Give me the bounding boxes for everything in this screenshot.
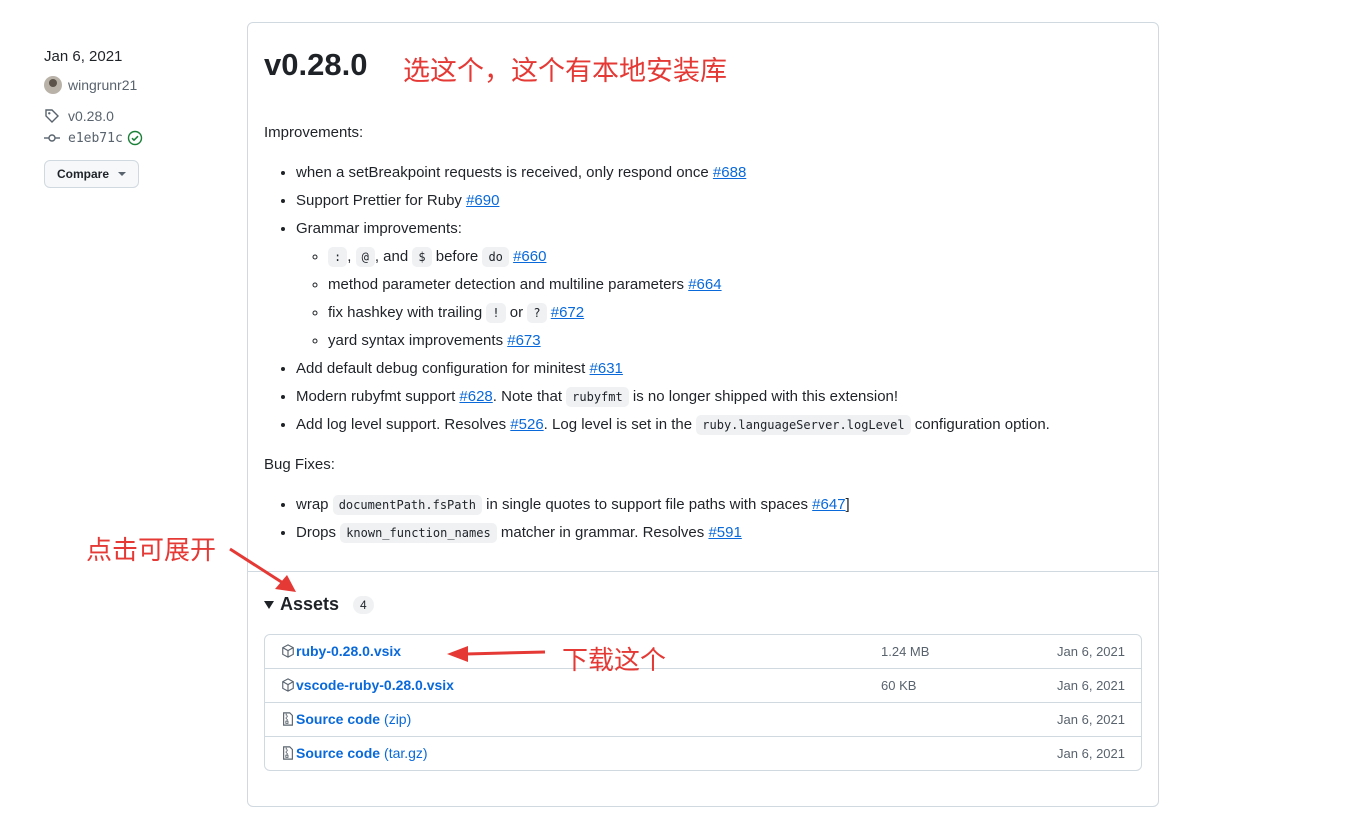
issue-link[interactable]: #660	[513, 248, 546, 265]
issue-link[interactable]: #631	[590, 360, 623, 377]
chevron-down-icon	[118, 172, 126, 176]
asset-link[interactable]: vscode-ruby-0.28.0.vsix	[281, 677, 454, 693]
list-item: Grammar improvements: :, @, and $ before…	[296, 215, 1144, 355]
compare-label: Compare	[56, 167, 109, 181]
list-item: Support Prettier for Ruby #690	[296, 187, 1144, 215]
assets-heading: Assets	[280, 594, 340, 614]
package-icon	[282, 644, 294, 658]
release-date: Jan 6, 2021	[44, 48, 123, 65]
asset-row: Source code (zip) Jan 6, 2021	[265, 702, 1141, 736]
release-title[interactable]: v0.28.0	[264, 47, 367, 83]
tag-row[interactable]: v0.28.0	[44, 106, 224, 126]
bugfix-heading: Bug Fixes:	[264, 456, 335, 473]
issue-link[interactable]: #688	[713, 164, 746, 181]
issue-link[interactable]: #672	[551, 304, 584, 321]
asset-link[interactable]: Source code (zip)	[281, 711, 411, 727]
release-notes: Improvements: when a setBreakpoint reque…	[264, 119, 1144, 559]
tag-icon	[45, 109, 59, 123]
package-icon	[282, 678, 294, 692]
asset-row: ruby-0.28.0.vsix 1.24 MB Jan 6, 2021	[265, 635, 1141, 668]
issue-link[interactable]: #526	[510, 416, 543, 433]
bugfix-list: wrap documentPath.fsPath in single quote…	[264, 491, 1144, 547]
issue-link[interactable]: #628	[459, 388, 492, 405]
file-zip-icon	[283, 746, 293, 760]
annotation-download: 下载这个	[562, 646, 667, 676]
improvements-heading: Improvements:	[264, 124, 364, 141]
commit-row[interactable]: e1eb71c	[44, 128, 224, 148]
assets-count-badge: 4	[353, 595, 374, 614]
improvements-list: when a setBreakpoint requests is receive…	[264, 159, 1144, 439]
annotation-expand: 点击可展开	[86, 536, 217, 566]
issue-link[interactable]: #591	[708, 524, 741, 541]
divider	[248, 571, 1158, 572]
commit-sha[interactable]: e1eb71c	[68, 131, 123, 146]
compare-button[interactable]: Compare	[44, 160, 139, 188]
file-zip-icon	[283, 712, 293, 726]
triangle-down-icon	[264, 600, 274, 609]
asset-date: Jan 6, 2021	[1057, 746, 1125, 761]
release-card: v0.28.0 选这个，这个有本地安装库 Improvements: when …	[247, 22, 1159, 807]
list-item: Add log level support. Resolves #526. Lo…	[296, 411, 1144, 439]
asset-date: Jan 6, 2021	[1057, 712, 1125, 727]
list-item: yard syntax improvements #673	[328, 327, 1144, 355]
asset-size: 60 KB	[881, 678, 917, 693]
asset-row: Source code (tar.gz) Jan 6, 2021	[265, 736, 1141, 770]
assets-list: ruby-0.28.0.vsix 1.24 MB Jan 6, 2021 vsc…	[264, 634, 1142, 771]
list-item: Modern rubyfmt support #628. Note that r…	[296, 383, 1144, 411]
asset-size: 1.24 MB	[881, 644, 930, 659]
assets-toggle[interactable]: Assets 4	[264, 594, 374, 615]
asset-date: Jan 6, 2021	[1057, 678, 1125, 693]
list-item: fix hashkey with trailing ! or ? #672	[328, 299, 1144, 327]
asset-link[interactable]: ruby-0.28.0.vsix	[281, 643, 401, 659]
issue-link[interactable]: #647	[812, 496, 845, 513]
asset-row: vscode-ruby-0.28.0.vsix 60 KB Jan 6, 202…	[265, 668, 1141, 702]
author-row[interactable]: wingrunr21	[44, 75, 224, 95]
issue-link[interactable]: #673	[507, 332, 540, 349]
list-item: when a setBreakpoint requests is receive…	[296, 159, 1144, 187]
tag-name[interactable]: v0.28.0	[68, 108, 114, 124]
avatar[interactable]	[44, 76, 62, 94]
author-name[interactable]: wingrunr21	[68, 77, 137, 93]
list-item: :, @, and $ before do #660	[328, 243, 1144, 271]
annotation-top: 选这个，这个有本地安装库	[403, 56, 727, 87]
asset-date: Jan 6, 2021	[1057, 644, 1125, 659]
commit-icon	[44, 134, 60, 142]
verified-check-icon	[127, 130, 142, 146]
issue-link[interactable]: #664	[688, 276, 721, 293]
grammar-sublist: :, @, and $ before do #660 method parame…	[296, 243, 1144, 355]
list-item: Drops known_function_names matcher in gr…	[296, 519, 1144, 547]
list-item: wrap documentPath.fsPath in single quote…	[296, 491, 1144, 519]
asset-link[interactable]: Source code (tar.gz)	[281, 745, 428, 761]
issue-link[interactable]: #690	[466, 192, 499, 209]
list-item: Add default debug configuration for mini…	[296, 355, 1144, 383]
release-meta: Jan 6, 2021 wingrunr21 v0.28.0 e1eb71c C…	[44, 48, 224, 188]
list-item: method parameter detection and multiline…	[328, 271, 1144, 299]
